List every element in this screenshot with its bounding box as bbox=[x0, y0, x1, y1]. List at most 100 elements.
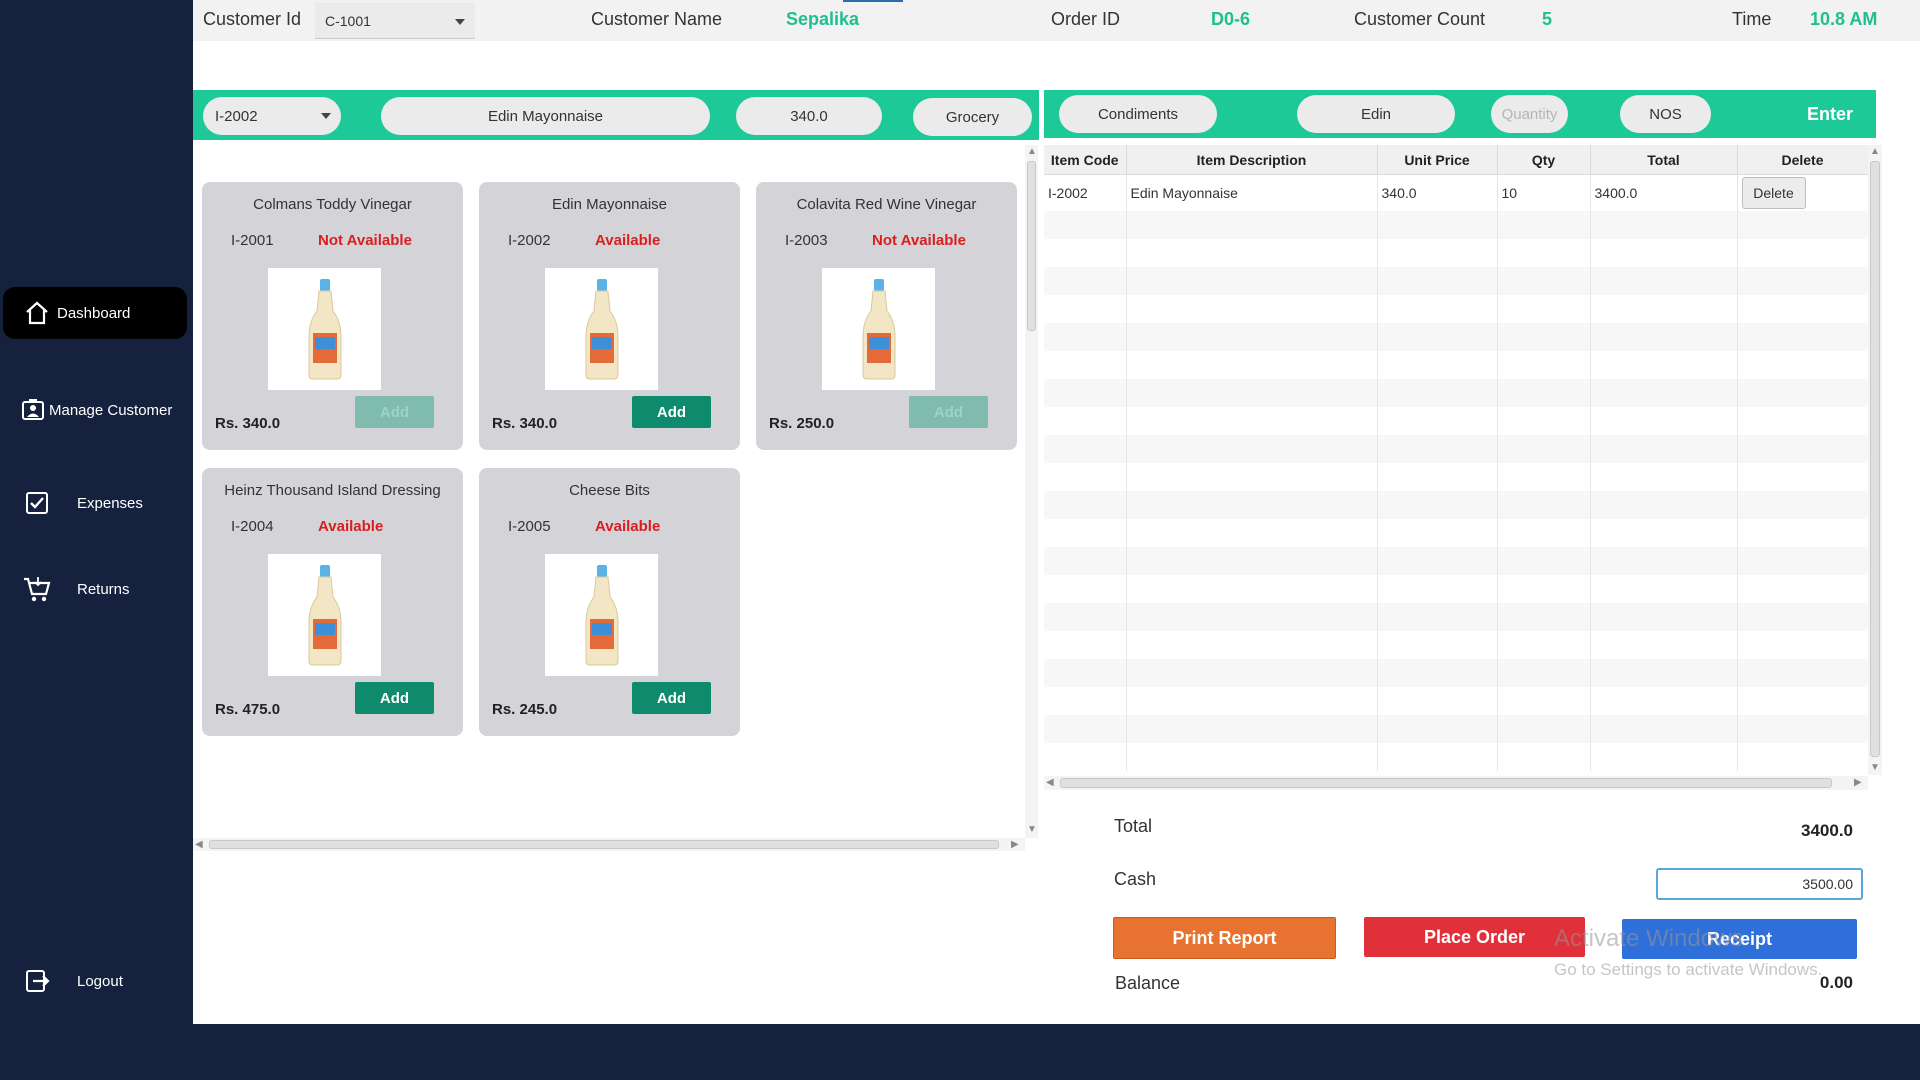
product-name: Edin Mayonnaise bbox=[551, 196, 668, 213]
item-description-field[interactable]: Edin Mayonnaise bbox=[381, 97, 710, 135]
sidebar-item-label: Expenses bbox=[77, 494, 143, 512]
column-header[interactable]: Unit Price bbox=[1377, 145, 1498, 175]
scroll-left-icon[interactable]: ◀ bbox=[195, 840, 203, 850]
table-row[interactable] bbox=[1044, 547, 1869, 575]
table-row[interactable] bbox=[1044, 491, 1869, 519]
sidebar-item-label: Logout bbox=[77, 972, 123, 990]
table-row[interactable] bbox=[1044, 295, 1869, 323]
product-status: Available bbox=[595, 518, 661, 535]
table-cell: Edin Mayonnaise bbox=[1126, 174, 1378, 211]
scroll-down-icon[interactable]: ▼ bbox=[1027, 825, 1037, 835]
product-grid-vertical-scrollbar[interactable]: ▲ ▼ bbox=[1025, 145, 1038, 838]
time-value: 10.8 AM bbox=[1810, 9, 1878, 29]
unit-price-field[interactable]: 340.0 bbox=[736, 97, 882, 135]
sidebar-item-expenses[interactable]: Expenses bbox=[3, 477, 187, 529]
column-header[interactable]: Total bbox=[1590, 145, 1738, 175]
table-row[interactable] bbox=[1044, 323, 1869, 351]
customer-id-select[interactable]: C-1001 bbox=[315, 3, 475, 39]
scroll-up-icon[interactable]: ▲ bbox=[1870, 147, 1880, 157]
print-report-button[interactable]: Print Report bbox=[1113, 917, 1336, 959]
place-order-button[interactable]: Place Order bbox=[1364, 917, 1585, 957]
scroll-thumb[interactable] bbox=[209, 840, 999, 849]
scroll-down-icon[interactable]: ▼ bbox=[1870, 763, 1880, 773]
add-button[interactable]: Add bbox=[355, 396, 434, 428]
table-row[interactable] bbox=[1044, 239, 1869, 267]
product-status: Available bbox=[595, 232, 661, 249]
scroll-right-icon[interactable]: ▶ bbox=[1854, 778, 1862, 788]
delete-row-button[interactable]: Delete bbox=[1741, 177, 1806, 209]
item-code-select[interactable]: I-2002 bbox=[203, 97, 341, 135]
product-code: I-2002 bbox=[508, 232, 551, 249]
add-button[interactable]: Add bbox=[909, 396, 988, 428]
enter-button[interactable]: Enter bbox=[1807, 104, 1853, 125]
tab-indicator bbox=[843, 0, 903, 2]
mayonnaise-bottle-icon bbox=[862, 279, 895, 380]
product-price: Rs. 245.0 bbox=[492, 701, 558, 718]
balance-label: Balance bbox=[1115, 973, 1181, 993]
table-row[interactable] bbox=[1044, 575, 1869, 603]
sidebar-item-label: Dashboard bbox=[57, 304, 131, 322]
add-button[interactable]: Add bbox=[632, 682, 711, 714]
table-row[interactable] bbox=[1044, 659, 1869, 687]
product-card[interactable]: Edin Mayonnaise I-2002 Available Rs. 340… bbox=[479, 182, 740, 450]
scroll-up-icon[interactable]: ▲ bbox=[1027, 147, 1037, 157]
order-table-vertical-scrollbar[interactable]: ▲ ▼ bbox=[1868, 145, 1882, 775]
product-card[interactable]: Heinz Thousand Island Dressing I-2004 Av… bbox=[202, 468, 463, 736]
table-row[interactable] bbox=[1044, 715, 1869, 743]
product-price: Rs. 475.0 bbox=[215, 701, 281, 718]
scroll-thumb[interactable] bbox=[1027, 161, 1036, 331]
scroll-thumb[interactable] bbox=[1870, 161, 1880, 757]
table-cell: 3400.0 bbox=[1590, 174, 1738, 211]
product-status: Not Available bbox=[318, 232, 412, 249]
column-header[interactable]: Delete bbox=[1737, 145, 1869, 175]
table-row[interactable] bbox=[1044, 519, 1869, 547]
column-header[interactable]: Item Code bbox=[1044, 145, 1127, 175]
add-button[interactable]: Add bbox=[632, 396, 711, 428]
table-row[interactable] bbox=[1044, 631, 1869, 659]
table-cell: I-2002 bbox=[1044, 174, 1127, 211]
unit-field[interactable]: NOS bbox=[1620, 95, 1711, 133]
home-icon bbox=[17, 297, 57, 329]
cash-input[interactable]: 3500.00 bbox=[1656, 868, 1863, 900]
category-field[interactable]: Grocery bbox=[913, 98, 1032, 136]
activation-watermark-subtitle: Go to Settings to activate Windows. bbox=[1554, 960, 1823, 979]
table-row[interactable] bbox=[1044, 211, 1869, 239]
user-icon bbox=[17, 394, 49, 426]
product-card[interactable]: Colavita Red Wine Vinegar I-2003 Not Ava… bbox=[756, 182, 1017, 450]
product-grid-horizontal-scrollbar[interactable]: ◀ ▶ bbox=[193, 838, 1025, 851]
column-header[interactable]: Qty bbox=[1497, 145, 1591, 175]
table-row[interactable] bbox=[1044, 435, 1869, 463]
table-row[interactable] bbox=[1044, 351, 1869, 379]
main-panel: Customer Id C-1001 Customer Name Sepalik… bbox=[193, 0, 1920, 1024]
quantity-input[interactable]: Quantity bbox=[1491, 95, 1568, 133]
table-row[interactable] bbox=[1044, 687, 1869, 715]
customer-name-label: Customer Name bbox=[591, 9, 723, 29]
scroll-thumb[interactable] bbox=[1060, 778, 1832, 788]
product-status: Not Available bbox=[872, 232, 966, 249]
sidebar-item-dashboard[interactable]: Dashboard bbox=[3, 287, 187, 339]
product-image bbox=[545, 268, 658, 390]
cash-label: Cash bbox=[1114, 869, 1157, 889]
table-row[interactable] bbox=[1044, 743, 1869, 771]
add-button[interactable]: Add bbox=[355, 682, 434, 714]
table-row[interactable]: I-2002 Edin Mayonnaise 340.0 10 3400.0 D… bbox=[1044, 174, 1869, 211]
product-card[interactable]: Colmans Toddy Vinegar I-2001 Not Availab… bbox=[202, 182, 463, 450]
sidebar-item-manage-customer[interactable]: Manage Customer bbox=[3, 384, 187, 436]
table-row[interactable] bbox=[1044, 267, 1869, 295]
product-price: Rs. 340.0 bbox=[492, 415, 558, 432]
scroll-left-icon[interactable]: ◀ bbox=[1046, 778, 1054, 788]
column-header[interactable]: Item Description bbox=[1126, 145, 1378, 175]
brand-field[interactable]: Edin bbox=[1297, 95, 1455, 133]
mayonnaise-bottle-icon bbox=[585, 565, 618, 666]
logout-button[interactable]: Logout bbox=[3, 955, 187, 1007]
table-row[interactable] bbox=[1044, 407, 1869, 435]
table-row[interactable] bbox=[1044, 463, 1869, 491]
order-table-horizontal-scrollbar[interactable]: ◀ ▶ bbox=[1044, 776, 1868, 790]
table-row[interactable] bbox=[1044, 379, 1869, 407]
product-card[interactable]: Cheese Bits I-2005 Available Rs. 245.0 A… bbox=[479, 468, 740, 736]
subcategory-field[interactable]: Condiments bbox=[1059, 95, 1217, 133]
scroll-right-icon[interactable]: ▶ bbox=[1011, 840, 1019, 850]
table-row[interactable] bbox=[1044, 603, 1869, 631]
sidebar-item-returns[interactable]: Returns bbox=[3, 563, 187, 615]
order-id-value: D0-6 bbox=[1211, 9, 1251, 29]
